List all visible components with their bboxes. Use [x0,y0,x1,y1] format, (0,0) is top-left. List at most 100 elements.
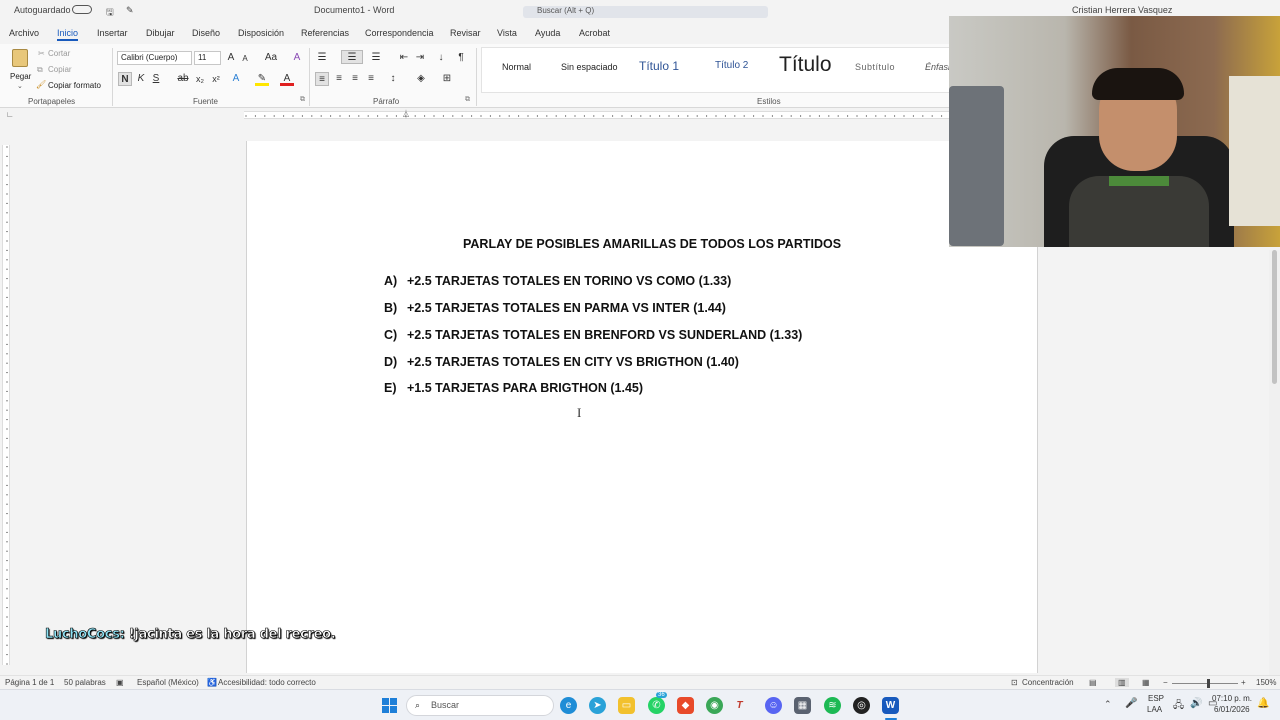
horizontal-ruler[interactable]: ∟ ⏃ [0,109,950,121]
font-color-icon[interactable]: A [280,72,294,86]
line-spacing-icon[interactable]: ↕ [386,72,400,86]
style-titulo[interactable]: Título [779,53,832,77]
zoom-slider[interactable] [1172,683,1238,684]
page-count[interactable]: Página 1 de 1 [5,678,54,687]
volume-icon[interactable]: 🔊 [1190,698,1202,709]
zoom-level[interactable]: 150% [1256,678,1276,687]
decrease-indent-icon[interactable]: ⇤ [397,51,411,65]
tab-diseno[interactable]: Diseño [192,28,220,38]
borders-icon[interactable]: ⊞ [440,72,454,86]
sort-icon[interactable]: ↓ [434,51,448,65]
discord-icon[interactable]: ☺ [765,697,782,714]
style-titulo-1[interactable]: Título 1 [639,59,679,73]
underline-button[interactable]: S [149,72,163,86]
scrollbar-thumb[interactable] [1272,250,1277,384]
edge-icon[interactable]: e [560,697,577,714]
text-app-icon[interactable]: T [731,697,748,714]
justify-icon[interactable]: ≡ [364,72,378,86]
tab-disposicion[interactable]: Disposición [238,28,284,38]
accessibility-status[interactable]: Accesibilidad: todo correcto [218,678,316,687]
telegram-icon[interactable]: ➤ [589,697,606,714]
paste-button[interactable]: Pegar ⌄ [8,47,32,90]
network-icon[interactable]: 🖧 [1173,698,1184,715]
save-icon[interactable]: 🖫 [106,5,114,21]
whatsapp-icon[interactable]: ✆ [648,697,665,714]
chevron-up-icon[interactable]: ⌃ [1104,699,1112,710]
tab-ayuda[interactable]: Ayuda [535,28,560,38]
obs-icon[interactable]: ◎ [853,697,870,714]
highlight-icon[interactable]: ✎ [255,72,269,86]
tab-insertar[interactable]: Insertar [97,28,128,38]
title-search-box[interactable]: Buscar (Alt + Q) [523,6,768,18]
style-sin-espaciado[interactable]: Sin espaciado [561,62,618,72]
input-language[interactable]: ESP [1148,694,1164,703]
change-case-icon[interactable]: Aa [262,51,280,65]
align-left-icon[interactable]: ≡ [315,72,329,86]
zoom-out-icon[interactable]: − [1163,678,1168,687]
zoom-slider-thumb[interactable] [1207,679,1210,688]
print-layout-icon[interactable]: ▥ [1115,678,1129,687]
draw-icon[interactable]: ✎ [126,5,134,16]
align-right-icon[interactable]: ≡ [348,72,362,86]
brave-icon[interactable]: ◆ [677,697,694,714]
tab-vista[interactable]: Vista [497,28,517,38]
tab-acrobat[interactable]: Acrobat [579,28,610,38]
indent-marker-icon[interactable]: ⏃ [402,109,410,120]
web-layout-icon[interactable]: ▦ [1142,678,1150,687]
format-painter-button[interactable]: Copiar formato [48,81,101,90]
paragraph-dialog-launcher-icon[interactable]: ⧉ [465,96,470,104]
clock-date[interactable]: 6/01/2026 [1214,705,1250,714]
input-layout[interactable]: LAA [1147,705,1162,714]
strikethrough-button[interactable]: ab [176,72,190,86]
numbering-icon[interactable]: ☰ [341,50,363,64]
text-effects-icon[interactable]: A [229,72,243,86]
autosave-toggle[interactable] [72,5,92,14]
chrome-icon[interactable]: ◉ [706,697,723,714]
document-page[interactable]: PARLAY DE POSIBLES AMARILLAS DE TODOS LO… [246,141,1038,673]
language-indicator[interactable]: Español (México) [137,678,199,687]
proofing-icon[interactable]: ▣ [116,678,124,687]
tab-stop-selector-icon[interactable]: ∟ [6,110,14,119]
microphone-icon[interactable]: 🎤 [1125,698,1137,709]
align-center-icon[interactable]: ≡ [332,72,346,86]
subscript-button[interactable]: x₂ [193,72,207,86]
windows-start-icon[interactable] [381,697,398,714]
tab-revisar[interactable]: Revisar [450,28,481,38]
shading-icon[interactable]: ◈ [414,72,428,86]
style-normal[interactable]: Normal [502,62,531,72]
read-mode-icon[interactable]: ▤ [1089,678,1097,687]
taskbar-search[interactable]: ⌕ Buscar [406,695,554,716]
zoom-in-icon[interactable]: + [1241,678,1246,687]
increase-indent-icon[interactable]: ⇥ [413,51,427,65]
file-explorer-icon[interactable]: ▭ [618,697,635,714]
tab-dibujar[interactable]: Dibujar [146,28,175,38]
bullets-icon[interactable]: ☰ [315,51,329,65]
cut-button[interactable]: Cortar [48,49,70,58]
notifications-icon[interactable]: 🔔 [1257,698,1269,709]
style-titulo-2[interactable]: Título 2 [715,60,748,71]
vertical-scrollbar[interactable] [1269,250,1280,675]
style-subtitulo[interactable]: Subtítulo [855,62,895,72]
superscript-button[interactable]: x² [209,72,223,86]
tab-archivo[interactable]: Archivo [9,28,39,38]
spotify-icon[interactable]: ≋ [824,697,841,714]
shrink-font-icon[interactable]: A [238,52,252,66]
italic-button[interactable]: K [134,72,148,86]
pilcrow-icon[interactable]: ¶ [454,51,468,65]
font-dialog-launcher-icon[interactable]: ⧉ [300,96,305,104]
clear-format-icon[interactable]: A [290,51,304,65]
copy-button[interactable]: Copiar [48,65,72,74]
clock-time[interactable]: 07:10 p. m. [1212,694,1252,703]
tab-referencias[interactable]: Referencias [301,28,349,38]
word-count[interactable]: 50 palabras [64,678,106,687]
calculator-icon[interactable]: ▦ [794,697,811,714]
tab-inicio[interactable]: Inicio [57,28,79,41]
font-size-select[interactable]: 11 [194,51,221,65]
grow-font-icon[interactable]: A [224,51,238,65]
font-name-select[interactable]: Calibri (Cuerpo) [117,51,192,65]
tab-correspondencia[interactable]: Correspondencia [365,28,434,38]
word-icon[interactable]: W [882,697,899,714]
focus-mode-button[interactable]: Concentración [1022,678,1074,687]
bold-button[interactable]: N [118,72,132,86]
multilevel-list-icon[interactable]: ☰ [369,51,383,65]
